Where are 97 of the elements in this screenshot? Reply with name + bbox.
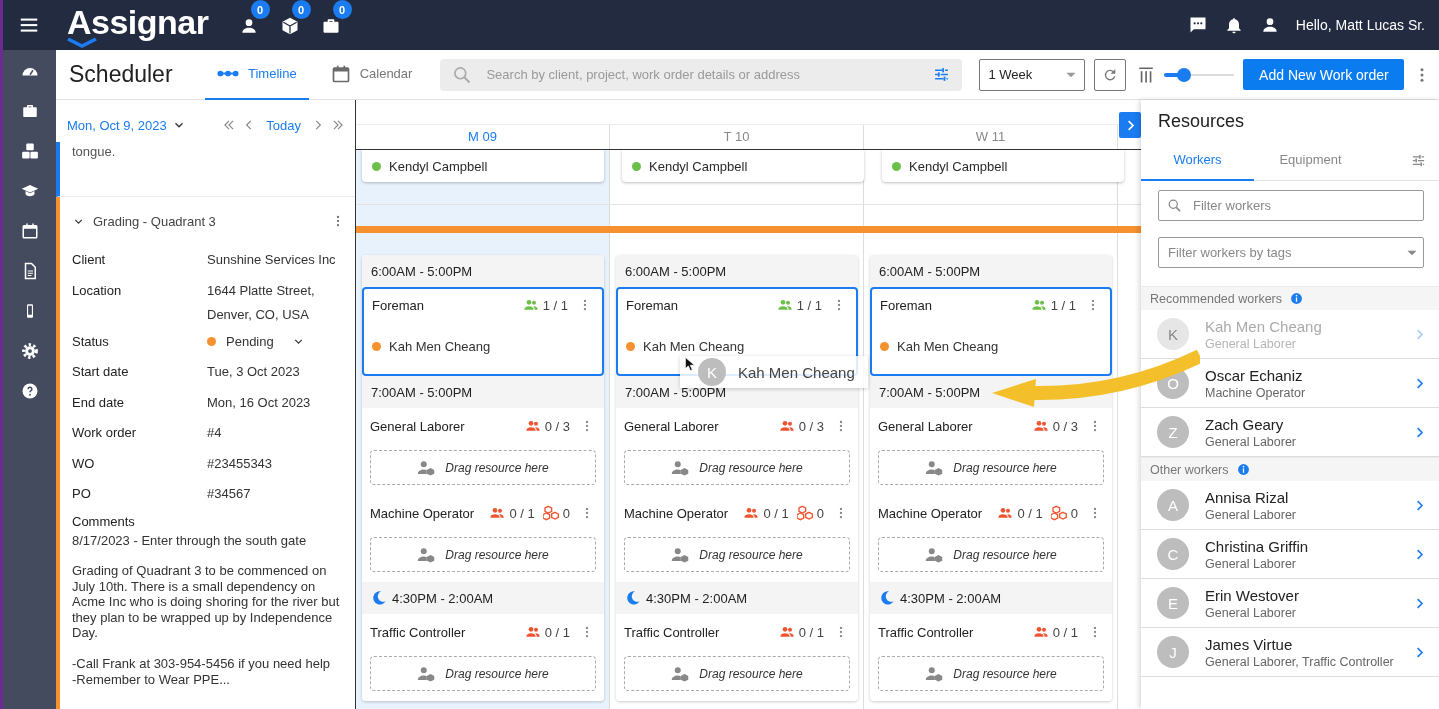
- drop-hint: Drag resource here: [445, 460, 549, 475]
- staffing-count: 0 / 1: [1017, 505, 1043, 521]
- field-label: Work order: [72, 424, 138, 442]
- count-badge: 0: [250, 0, 270, 19]
- field-label: WO: [72, 454, 96, 473]
- equipment-count: 0: [562, 505, 570, 521]
- logo-wordmark: Assignar: [67, 2, 209, 41]
- role-name: General Laborer: [624, 418, 719, 434]
- staffing-count: 1 / 1: [796, 297, 822, 313]
- staffing-count: 0 / 1: [544, 624, 570, 640]
- page-title: Scheduler: [69, 61, 174, 88]
- avatar: E: [1157, 587, 1189, 619]
- staffing-count: 0 / 3: [798, 418, 824, 434]
- worker-role: General Laborer: [1205, 335, 1298, 352]
- drop-hint: Drag resource here: [699, 460, 803, 475]
- field-value: #4: [207, 424, 223, 442]
- staffing-count: 1 / 1: [1050, 297, 1076, 313]
- avatar: C: [1157, 538, 1189, 570]
- field-label: End date: [72, 393, 126, 412]
- comment-text: Grading of Quadrant 3 to be commenced on July 10th. There is a small dependency on Acme Inc who is doing shoring for the river but they plan to be wrapped up by Independence Day.: [72, 563, 341, 642]
- role-name: Machine Operator: [370, 505, 475, 521]
- worker-name: Kendyl Campbell: [649, 158, 748, 174]
- role-name: Traffic Controller: [624, 624, 720, 640]
- field-label: Location: [72, 281, 123, 300]
- staffing-count: 1 / 1: [542, 297, 568, 313]
- avatar: A: [1157, 489, 1189, 521]
- worker-role: Machine Operator: [1205, 384, 1307, 401]
- worker-role: General Laborer, Traffic Controller: [1205, 653, 1395, 670]
- role-name: Foreman: [880, 297, 933, 313]
- drop-hint: Drag resource here: [953, 666, 1057, 681]
- description-text: tongue.: [71, 143, 117, 160]
- panel-title: Resources: [1157, 110, 1246, 133]
- worker-name: James Virtue: [1205, 634, 1294, 654]
- shift-time: 6:00AM - 5:00PM: [625, 263, 727, 279]
- count-badge: 0: [291, 0, 311, 19]
- comment-text: -Call Frank at 303-954-5456 if you need help -Remember to Wear PPE...: [72, 656, 331, 688]
- shift-time: 4:30PM - 2:00AM: [646, 590, 748, 606]
- count-badge: 0: [332, 0, 352, 19]
- staffing-count: 0 / 3: [1052, 418, 1078, 434]
- shift-time: 6:00AM - 5:00PM: [371, 263, 473, 279]
- field-label: PO: [72, 485, 92, 503]
- worker-name: Kah Men Cheang: [1205, 316, 1323, 336]
- worker-role: General Laborer: [1205, 555, 1298, 572]
- field-value: Sunshine Services Inc: [207, 251, 337, 269]
- worker-name: Zach Geary: [1205, 414, 1285, 434]
- drop-hint: Drag resource here: [953, 460, 1057, 475]
- field-label: Status: [72, 332, 110, 351]
- field-value: Tue, 3 Oct 2023: [207, 363, 301, 381]
- worker-name: Christina Griffin: [1205, 536, 1310, 556]
- field-value: Mon, 16 Oct 2023: [207, 393, 312, 412]
- field-value: #23455343: [207, 454, 274, 473]
- drop-hint: Drag resource here: [445, 666, 549, 681]
- worker-name: Erin Westover: [1205, 585, 1300, 605]
- field-label: Client: [72, 251, 107, 269]
- field-value: 1644 Platte Street, Denver, CO, USA: [207, 281, 316, 324]
- worker-role: General Laborer: [1205, 506, 1298, 523]
- staffing-count: 0 / 3: [544, 418, 570, 434]
- shift-time: 4:30PM - 2:00AM: [900, 590, 1002, 606]
- drop-hint: Drag resource here: [699, 666, 803, 681]
- avatar: K: [698, 358, 726, 386]
- drop-hint: Drag resource here: [953, 547, 1057, 562]
- role-name: Machine Operator: [624, 505, 729, 521]
- role-name: Foreman: [372, 297, 425, 313]
- role-name: Traffic Controller: [370, 624, 466, 640]
- worker-name: Oscar Echaniz: [1205, 365, 1304, 385]
- worker-name: Kendyl Campbell: [909, 158, 1008, 174]
- worker-role: General Laborer: [1205, 604, 1298, 621]
- role-name: Traffic Controller: [878, 624, 974, 640]
- comments-label: Comments: [72, 512, 136, 531]
- equipment-count: 0: [1070, 505, 1078, 521]
- worker-role: General Laborer: [1205, 433, 1298, 450]
- staffing-count: 0 / 1: [509, 505, 535, 521]
- avatar: K: [1157, 318, 1189, 350]
- role-name: Foreman: [626, 297, 679, 313]
- staffing-count: 0 / 1: [763, 505, 789, 521]
- role-name: General Laborer: [370, 418, 465, 434]
- section-title: Recommended workers: [1150, 291, 1282, 306]
- section-title: Other workers: [1150, 462, 1229, 477]
- worker-name: Kendyl Campbell: [389, 158, 488, 174]
- staffing-count: 0 / 1: [798, 624, 824, 640]
- avatar: J: [1157, 636, 1189, 668]
- shift-time: 4:30PM - 2:00AM: [392, 590, 494, 606]
- drop-hint: Drag resource here: [445, 547, 549, 562]
- work-order-title: Grading - Quadrant 3: [93, 213, 216, 229]
- shift-time: 6:00AM - 5:00PM: [879, 263, 981, 279]
- field-value: #34567: [207, 485, 252, 503]
- role-name: General Laborer: [878, 418, 973, 434]
- shift-time: 7:00AM - 5:00PM: [371, 384, 473, 400]
- equipment-count: 0: [816, 505, 824, 521]
- avatar: Z: [1157, 416, 1189, 448]
- field-label: Start date: [72, 363, 130, 381]
- worker-name: Annisa Rizal: [1205, 487, 1290, 507]
- staffing-count: 0 / 1: [1052, 624, 1078, 640]
- role-name: Machine Operator: [878, 505, 983, 521]
- comment-text: 8/17/2023 - Enter through the south gate: [72, 532, 308, 549]
- drop-hint: Drag resource here: [699, 547, 803, 562]
- shift-time: 7:00AM - 5:00PM: [879, 384, 981, 400]
